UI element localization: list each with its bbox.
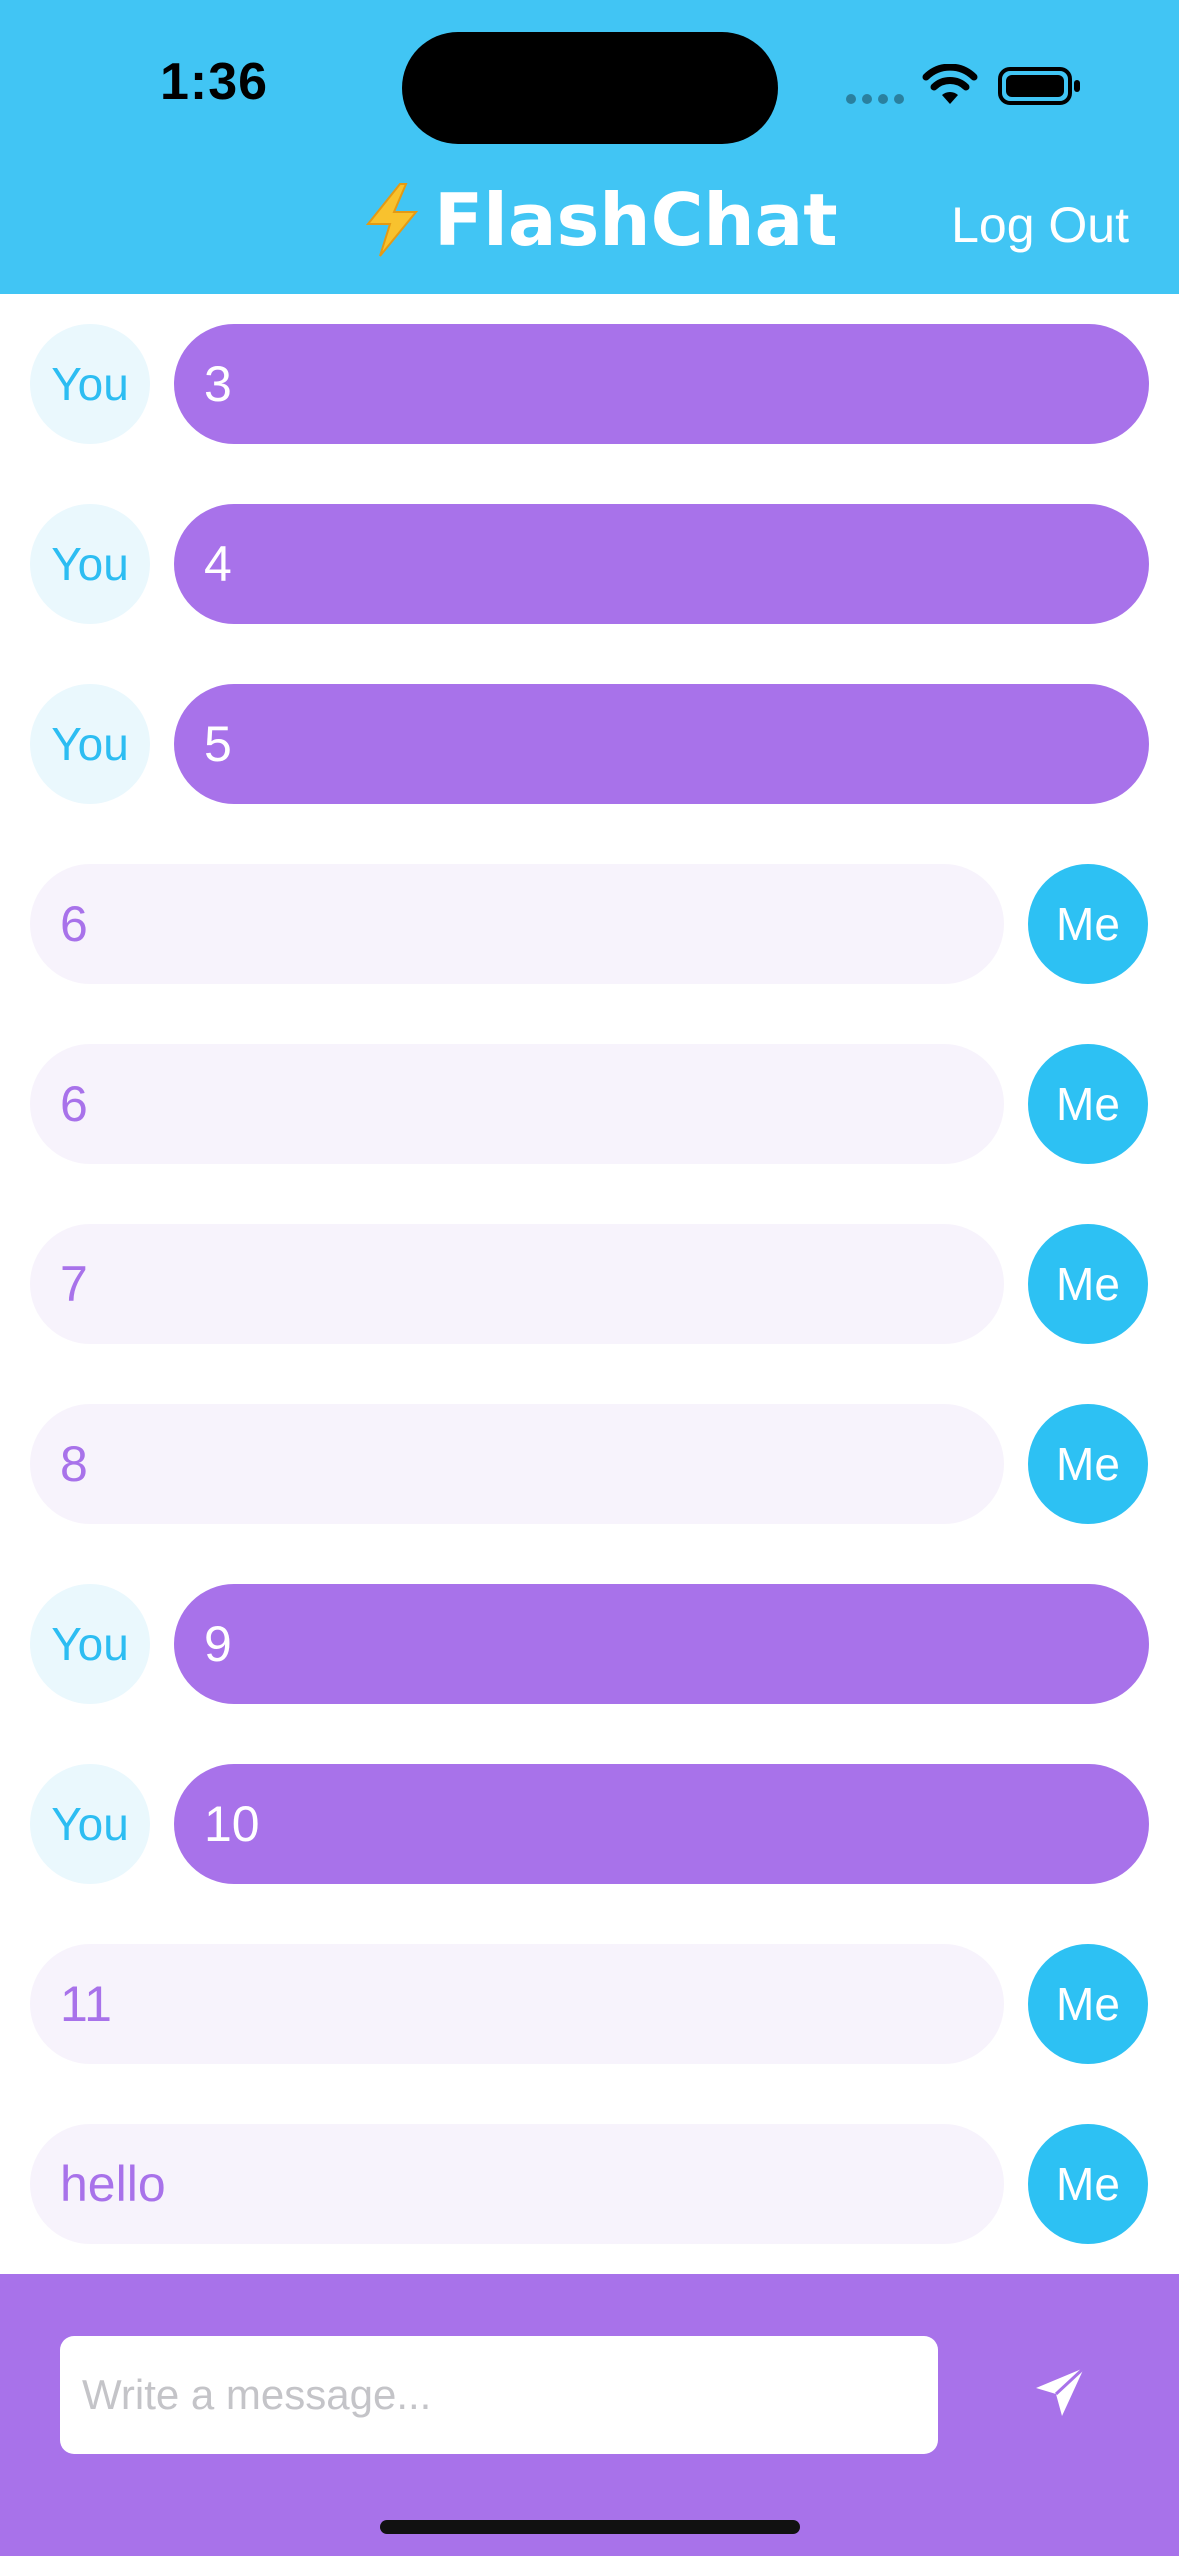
you-avatar: You	[30, 1584, 150, 1704]
message-bubble: hello	[30, 2124, 1004, 2244]
message-bubble: 6	[30, 864, 1004, 984]
message-row: 6 Me	[0, 1044, 1179, 1164]
page-title: FlashChat	[434, 178, 838, 262]
message-row: 8 Me	[0, 1404, 1179, 1524]
message-bubble: 7	[30, 1224, 1004, 1344]
you-avatar: You	[30, 684, 150, 804]
message-bubble: 8	[30, 1404, 1004, 1524]
message-row: You 5	[0, 684, 1179, 804]
me-avatar: Me	[1028, 864, 1148, 984]
message-row: You 10	[0, 1764, 1179, 1884]
message-row: You 9	[0, 1584, 1179, 1704]
you-avatar: You	[30, 1764, 150, 1884]
send-button[interactable]	[1020, 2352, 1100, 2432]
me-avatar: Me	[1028, 1944, 1148, 2064]
you-avatar: You	[30, 324, 150, 444]
me-avatar: Me	[1028, 2124, 1148, 2244]
message-row: 6 Me	[0, 864, 1179, 984]
message-bubble: 3	[174, 324, 1149, 444]
message-composer	[0, 2274, 1179, 2556]
status-time: 1:36	[160, 53, 269, 111]
wifi-icon	[922, 64, 978, 104]
me-avatar: Me	[1028, 1404, 1148, 1524]
message-row: You 4	[0, 504, 1179, 624]
message-bubble: 11	[30, 1944, 1004, 2064]
battery-icon	[998, 67, 1080, 105]
you-avatar: You	[30, 504, 150, 624]
message-bubble: 5	[174, 684, 1149, 804]
me-avatar: Me	[1028, 1044, 1148, 1164]
message-bubble: 6	[30, 1044, 1004, 1164]
message-list[interactable]: You 3 You 4 You 5 6 Me 6 Me 7 Me 8 Me Yo…	[0, 294, 1179, 2274]
navigation-header: 1:36 FlashChat Log Out	[0, 0, 1179, 294]
message-bubble: 9	[174, 1584, 1149, 1704]
message-row: hello Me	[0, 2124, 1179, 2244]
message-row: 11 Me	[0, 1944, 1179, 2064]
dynamic-island	[402, 32, 778, 144]
message-row: You 3	[0, 324, 1179, 444]
cellular-signal-icon	[846, 94, 904, 104]
me-avatar: Me	[1028, 1224, 1148, 1344]
message-bubble: 4	[174, 504, 1149, 624]
paper-plane-icon	[1036, 2366, 1086, 2416]
message-bubble: 10	[174, 1764, 1149, 1884]
log-out-button[interactable]: Log Out	[951, 196, 1129, 254]
message-input[interactable]	[60, 2336, 938, 2454]
message-row: 7 Me	[0, 1224, 1179, 1344]
app-title: FlashChat	[360, 170, 838, 270]
home-indicator	[380, 2520, 800, 2534]
lightning-bolt-icon	[365, 183, 419, 257]
